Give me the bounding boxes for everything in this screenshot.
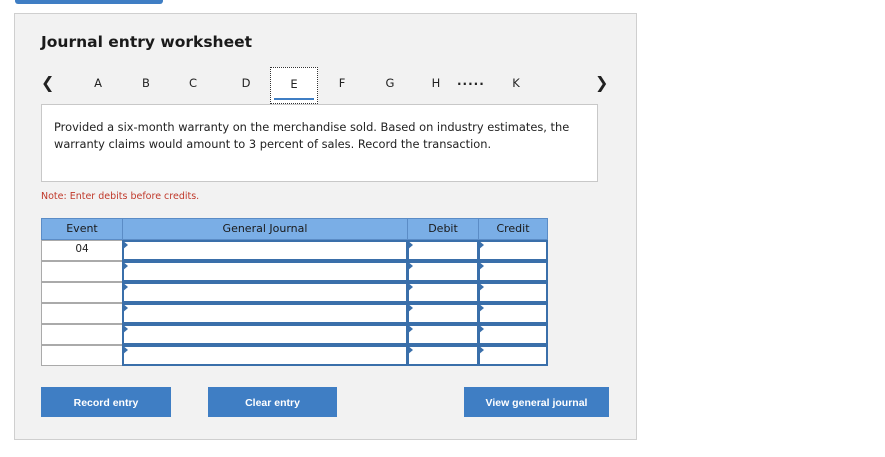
account-input[interactable] xyxy=(122,303,408,324)
debit-input[interactable] xyxy=(407,261,479,282)
clear-entry-button[interactable]: Clear entry xyxy=(208,387,337,417)
debit-input[interactable] xyxy=(407,345,479,366)
event-cell[interactable]: 04 xyxy=(41,240,123,261)
header-credit: Credit xyxy=(478,218,548,240)
credit-input[interactable] xyxy=(478,282,548,303)
debit-input[interactable] xyxy=(407,324,479,345)
header-debit: Debit xyxy=(407,218,479,240)
credit-input[interactable] xyxy=(478,324,548,345)
nav-ellipsis: ..... xyxy=(457,74,485,88)
debit-input[interactable] xyxy=(407,282,479,303)
nav-letter-f[interactable]: F xyxy=(332,76,352,90)
description-text: Provided a six-month warranty on the mer… xyxy=(54,120,570,151)
note-text: Note: Enter debits before credits. xyxy=(41,191,200,202)
event-cell[interactable] xyxy=(41,345,123,366)
credit-input[interactable] xyxy=(478,345,548,366)
header-event: Event xyxy=(41,218,123,240)
account-input[interactable] xyxy=(122,345,408,366)
transaction-description: Provided a six-month warranty on the mer… xyxy=(41,104,598,182)
debit-input[interactable] xyxy=(407,240,479,261)
nav-letter-c[interactable]: C xyxy=(183,76,203,90)
nav-letter-e[interactable]: E xyxy=(270,67,318,104)
nav-letter-b[interactable]: B xyxy=(136,76,156,90)
credit-input[interactable] xyxy=(478,261,548,282)
nav-letter-h[interactable]: H xyxy=(426,76,446,90)
event-cell[interactable] xyxy=(41,261,123,282)
chevron-left-icon[interactable]: ❮ xyxy=(41,73,54,92)
account-input[interactable] xyxy=(122,240,408,261)
worksheet-panel: Journal entry worksheet ❮ A B C D E F G … xyxy=(14,13,637,440)
record-entry-button[interactable]: Record entry xyxy=(41,387,171,417)
account-input[interactable] xyxy=(122,324,408,345)
worksheet-title: Journal entry worksheet xyxy=(41,33,253,51)
nav-letter-g[interactable]: G xyxy=(380,76,400,90)
chevron-right-icon[interactable]: ❯ xyxy=(595,73,608,92)
nav-letter-d[interactable]: D xyxy=(236,76,256,90)
account-input[interactable] xyxy=(122,261,408,282)
event-cell[interactable] xyxy=(41,303,123,324)
account-input[interactable] xyxy=(122,282,408,303)
debit-input[interactable] xyxy=(407,303,479,324)
event-cell[interactable] xyxy=(41,282,123,303)
top-tab-indicator xyxy=(15,0,163,4)
credit-input[interactable] xyxy=(478,240,548,261)
event-cell[interactable] xyxy=(41,324,123,345)
header-general-journal: General Journal xyxy=(122,218,408,240)
view-general-journal-button[interactable]: View general journal xyxy=(464,387,609,417)
credit-input[interactable] xyxy=(478,303,548,324)
nav-letter-a[interactable]: A xyxy=(88,76,108,90)
nav-letter-k[interactable]: K xyxy=(506,76,526,90)
